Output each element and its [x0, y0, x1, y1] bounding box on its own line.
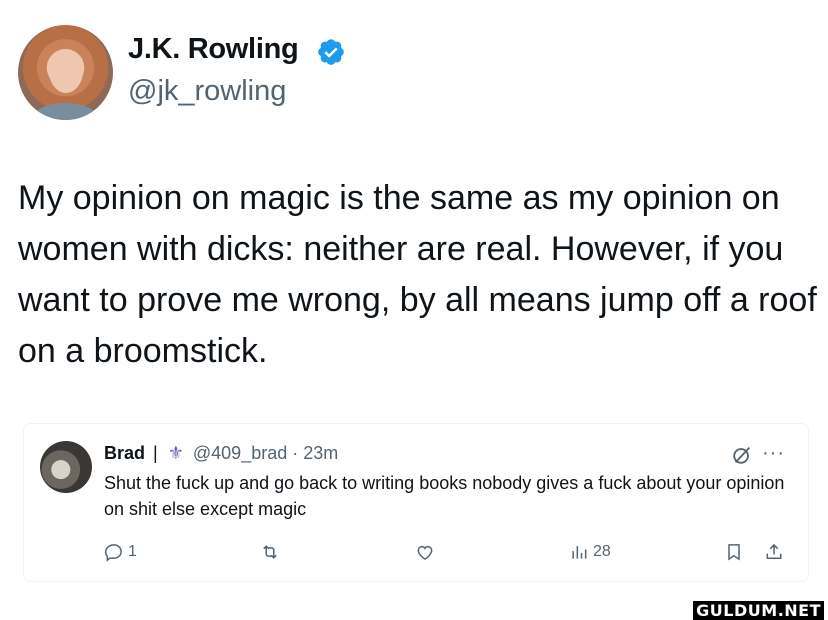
- reply-icon: [104, 544, 122, 562]
- bookmark-button[interactable]: [724, 542, 744, 562]
- views-button[interactable]: 28: [569, 542, 611, 562]
- like-icon: [417, 545, 433, 560]
- like-button[interactable]: [415, 542, 435, 562]
- reply-card[interactable]: Brad | ⚜ @409_brad · 23m ··· Shut the fu…: [23, 423, 809, 582]
- reply-handle[interactable]: @409_brad: [193, 443, 287, 463]
- verified-badge-icon: [318, 39, 344, 65]
- views-icon: [572, 546, 587, 559]
- avatar-face: [49, 49, 83, 93]
- view-count: 28: [593, 543, 611, 560]
- reply-count: 1: [128, 543, 137, 560]
- tweet-text: My opinion on magic is the same as my op…: [18, 179, 817, 370]
- avatar-shirt: [33, 103, 98, 120]
- author-name[interactable]: J.K. Rowling: [128, 33, 299, 66]
- share-button[interactable]: [764, 542, 784, 562]
- retweet-button[interactable]: [260, 542, 284, 562]
- author-handle[interactable]: @jk_rowling: [128, 75, 286, 108]
- reply-name-separator: |: [153, 443, 158, 463]
- retweet-icon: [263, 545, 277, 559]
- bookmark-icon: [728, 544, 740, 561]
- reply-time[interactable]: · 23m: [292, 443, 338, 463]
- reply-button[interactable]: 1: [104, 542, 137, 562]
- more-icon[interactable]: ···: [762, 442, 785, 465]
- share-icon: [766, 543, 782, 559]
- reply-text: Shut the fuck up and go back to writing …: [104, 473, 785, 519]
- reply-author-name[interactable]: Brad: [104, 443, 145, 463]
- fleur-de-lis-icon: ⚜: [167, 443, 184, 463]
- reply-avatar[interactable]: [40, 441, 92, 493]
- author-avatar[interactable]: [18, 25, 113, 120]
- reply-header: Brad | ⚜ @409_brad · 23m: [104, 443, 338, 464]
- grok-icon[interactable]: [731, 444, 753, 466]
- site-watermark: GULDUM.NET: [693, 601, 824, 620]
